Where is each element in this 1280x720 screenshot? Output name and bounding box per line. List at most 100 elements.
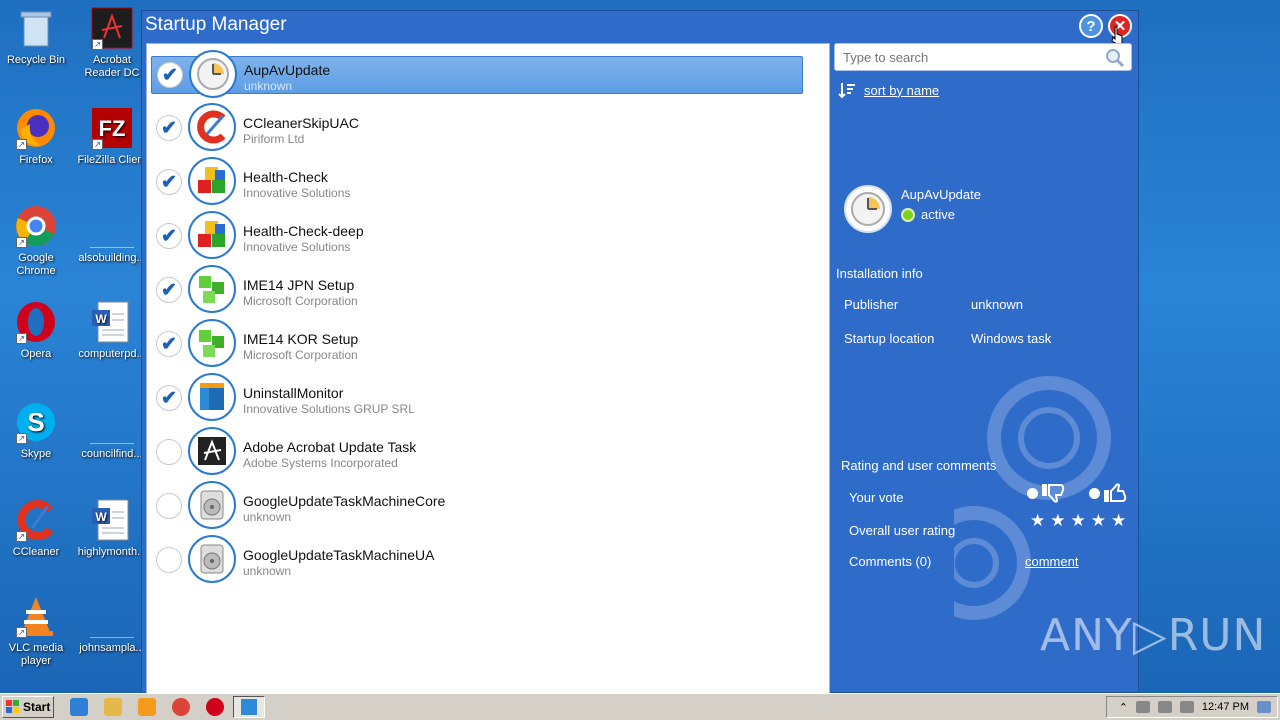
startup-item-health-check-deep[interactable]: ✔ Health-Check-deep Innovative Solutions <box>151 211 803 259</box>
search-box[interactable] <box>834 43 1132 71</box>
enable-checkbox[interactable]: ✔ <box>156 277 182 303</box>
installer-icon <box>188 535 236 583</box>
startup-manager-app-icon <box>241 699 257 715</box>
vote-up-button[interactable] <box>1089 481 1130 505</box>
enable-checkbox[interactable]: ✔ <box>156 331 182 357</box>
anyrun-watermark: ANY▷RUN <box>1040 610 1267 661</box>
desktop-icon-word-doc[interactable]: W highlymonth... <box>77 498 147 559</box>
desktop-icon-label: computerpd... <box>78 348 146 360</box>
enable-checkbox[interactable]: ✔ <box>157 62 183 88</box>
opera-taskbar-icon[interactable] <box>206 698 224 716</box>
selected-app-name: AupAvUpdate <box>901 187 981 202</box>
desktop-icon-filezilla[interactable]: FZ ↗ FileZilla Client <box>77 106 147 167</box>
enable-checkbox[interactable] <box>156 493 182 519</box>
app-publisher: Innovative Solutions <box>243 240 351 254</box>
startup-item-adobe-acrobat-update-task[interactable]: Adobe Acrobat Update Task Adobe Systems … <box>151 427 803 475</box>
desktop-icon-label: FileZilla Client <box>77 154 147 166</box>
radio-icon <box>1027 487 1038 499</box>
app-publisher: Innovative Solutions GRUP SRL <box>243 402 415 416</box>
ccleaner-icon <box>188 103 236 151</box>
startup-item-googleupdatetaskmachinecore[interactable]: GoogleUpdateTaskMachineCore unknown <box>151 481 803 529</box>
desktop-icon-label: johnsampla... <box>79 642 145 654</box>
search-icon[interactable] <box>1105 48 1125 68</box>
network-icon[interactable] <box>1135 701 1150 713</box>
comment-link[interactable]: comment <box>1025 554 1078 569</box>
app-publisher: Microsoft Corporation <box>243 294 358 308</box>
desktop-icon-chrome[interactable]: ↗ Google Chrome <box>1 204 71 278</box>
desktop-icon-label: highlymonth... <box>77 546 147 558</box>
desktop-icon-label: Firefox <box>19 154 53 166</box>
star-icon: ★ <box>1090 511 1106 530</box>
desktop-icon-label: VLC media player <box>8 642 64 667</box>
publisher-value: unknown <box>971 297 1024 312</box>
app-name: Adobe Acrobat Update Task <box>243 439 417 455</box>
startup-manager-taskbar-button[interactable] <box>233 696 265 718</box>
desktop-icon-word-doc[interactable]: W computerpd... <box>77 300 147 361</box>
startup-item-ccleanerskipuac[interactable]: ✔ CCleanerSkipUAC Piriform Ltd <box>151 103 803 151</box>
media-player-icon[interactable] <box>138 698 156 716</box>
startup-item-ime14-jpn-setup[interactable]: ✔ IME14 JPN Setup Microsoft Corporation <box>151 265 803 313</box>
status-dot-icon <box>901 207 915 222</box>
thumbs-up-icon <box>1104 483 1127 502</box>
green-cubes-icon <box>188 265 236 313</box>
checkmark-icon: ✔ <box>161 279 177 301</box>
app-publisher: unknown <box>244 79 293 93</box>
desktop-icon-label: councilfind... <box>81 448 143 460</box>
sort-by-name-link[interactable]: sort by name <box>864 83 939 98</box>
enable-checkbox[interactable] <box>156 439 182 465</box>
sort-control[interactable]: sort by name <box>838 81 939 99</box>
chrome-icon: ↗ <box>14 204 58 248</box>
installation-info-heading: Installation info <box>836 266 923 281</box>
svg-text:W: W <box>95 510 107 524</box>
startup-item-aupavupdate[interactable]: ✔ AupAvUpdate unknown <box>151 50 803 98</box>
chrome-taskbar-icon[interactable] <box>172 698 190 716</box>
desktop-icon-opera[interactable]: ↗ Opera <box>1 300 71 361</box>
enable-checkbox[interactable]: ✔ <box>156 169 182 195</box>
volume-icon[interactable] <box>1157 701 1172 713</box>
start-button[interactable]: Start <box>2 696 54 718</box>
checkmark-icon: ✔ <box>161 171 177 193</box>
star-icon: ★ <box>1030 511 1046 530</box>
desktop-icon-firefox[interactable]: ↗ Firefox <box>1 106 71 167</box>
app-name: GoogleUpdateTaskMachineUA <box>243 547 435 563</box>
star-rating: ★ ★ ★ ★ ★ <box>1030 511 1126 531</box>
recycle-bin-icon <box>14 6 58 50</box>
desktop-icon-file[interactable]: councilfind... <box>77 400 147 461</box>
action-center-flag-icon[interactable] <box>1179 701 1194 713</box>
enable-checkbox[interactable]: ✔ <box>156 385 182 411</box>
enable-checkbox[interactable]: ✔ <box>156 223 182 249</box>
desktop-icon-file[interactable]: alsobuilding... <box>77 204 147 265</box>
desktop-icon-file[interactable]: johnsampla... <box>77 594 147 655</box>
firefox-icon: ↗ <box>14 106 58 150</box>
title-bar[interactable]: Startup Manager <box>142 11 1138 41</box>
desktop-icon-acrobat[interactable]: ↗ Acrobat Reader DC <box>77 6 147 80</box>
your-vote-label: Your vote <box>849 490 904 505</box>
desktop-icon-skype[interactable]: S ↗ Skype <box>1 400 71 461</box>
publisher-label: Publisher <box>844 297 899 312</box>
desktop-icon-ccleaner[interactable]: ↗ CCleaner <box>1 498 71 559</box>
overall-rating-label: Overall user rating <box>849 523 956 538</box>
tray-expand-icon[interactable]: ⌃ <box>1119 701 1128 714</box>
search-input[interactable] <box>835 44 1095 70</box>
desktop-icon-label: Opera <box>20 348 52 360</box>
desktop-icon-recycle-bin[interactable]: Recycle Bin <box>1 6 71 67</box>
desktop-icon-vlc[interactable]: ↗ VLC media player <box>1 594 71 668</box>
word-document-icon: W <box>90 300 134 344</box>
checkmark-icon: ✔ <box>161 117 177 139</box>
show-desktop-icon[interactable] <box>1257 701 1271 713</box>
status-label: active <box>921 207 955 222</box>
enable-checkbox[interactable] <box>156 547 182 573</box>
help-button[interactable]: ? <box>1079 14 1103 38</box>
file-explorer-icon[interactable] <box>104 698 122 716</box>
startup-item-uninstallmonitor[interactable]: ✔ UninstallMonitor Innovative Solutions … <box>151 373 803 421</box>
startup-item-googleupdatetaskmachineua[interactable]: GoogleUpdateTaskMachineUA unknown <box>151 535 803 583</box>
vote-down-button[interactable] <box>1027 481 1068 505</box>
enable-checkbox[interactable]: ✔ <box>156 115 182 141</box>
startup-item-ime14-kor-setup[interactable]: ✔ IME14 KOR Setup Microsoft Corporation <box>151 319 803 367</box>
app-name: Health-Check-deep <box>243 223 364 239</box>
app-name: CCleanerSkipUAC <box>243 115 359 131</box>
internet-explorer-icon[interactable] <box>70 698 88 716</box>
clock[interactable]: 12:47 PM <box>1202 701 1249 713</box>
startup-item-health-check[interactable]: ✔ Health-Check Innovative Solutions <box>151 157 803 205</box>
svg-text:FZ: FZ <box>99 116 126 141</box>
